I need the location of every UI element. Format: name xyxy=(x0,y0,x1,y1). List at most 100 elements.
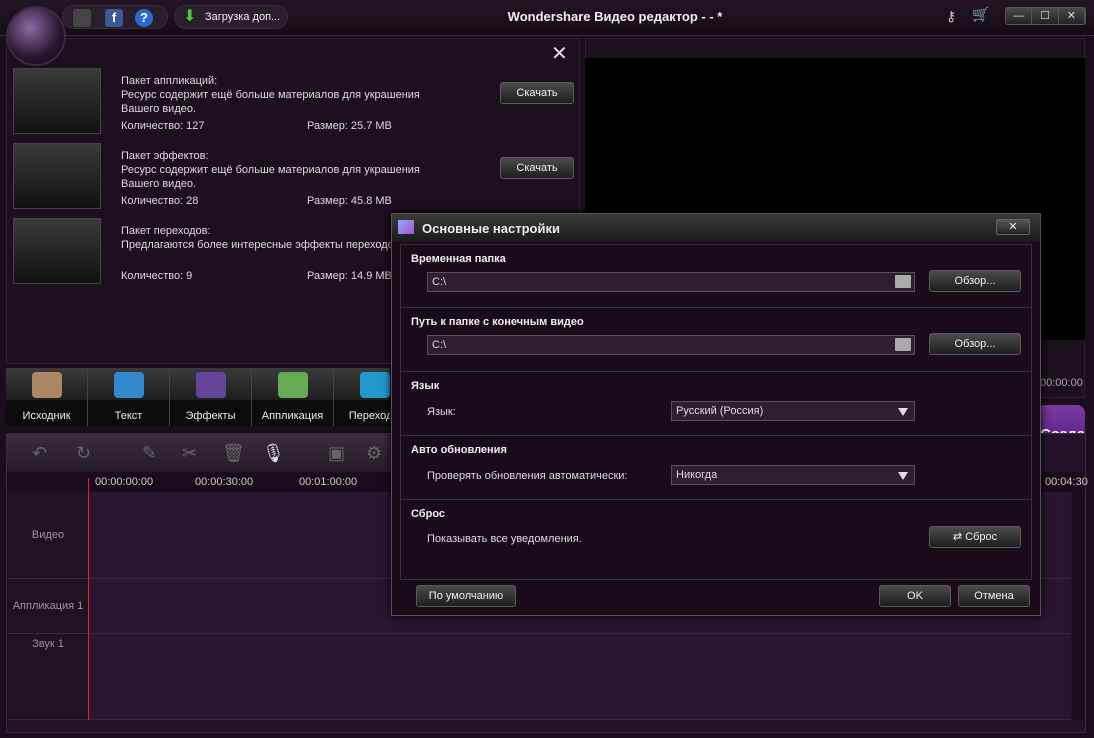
scissors-icon[interactable]: ✂ xyxy=(182,443,197,464)
tab-label: Аппликация xyxy=(261,410,324,422)
ok-button[interactable]: OK xyxy=(879,585,951,607)
package-title: Пакет эффектов: xyxy=(121,150,209,162)
output-folder-section: Путь к папке с конечным видео C:\ Обзор.… xyxy=(401,308,1031,372)
snapshot-icon[interactable]: ▣ xyxy=(328,443,345,464)
playhead[interactable] xyxy=(88,478,89,720)
dropdown-arrow-icon xyxy=(898,408,908,416)
dialog-title: Основные настройки xyxy=(422,221,560,236)
reset-label: Показывать все уведомления. xyxy=(427,533,582,545)
package-count: Количество: 28 xyxy=(121,195,199,207)
audio-track[interactable]: Звук 1 xyxy=(7,634,1071,720)
package-desc: Ресурс содержит ещё больше материалов дл… xyxy=(121,164,420,190)
temp-folder-input[interactable]: C:\ xyxy=(427,272,915,292)
folder-icon[interactable] xyxy=(895,275,911,288)
close-panel-icon[interactable]: ✕ xyxy=(551,41,568,66)
microphone-icon[interactable]: 🎙 xyxy=(262,443,285,464)
updates-section: Авто обновления Проверять обновления авт… xyxy=(401,436,1031,500)
field-value: C:\ xyxy=(432,276,447,288)
save-icon[interactable] xyxy=(73,9,91,27)
tab-label: Исходник xyxy=(22,410,71,422)
redo-icon[interactable]: ↻ xyxy=(76,443,91,464)
dropdown-arrow-icon xyxy=(898,472,908,480)
timeline-scrollbar[interactable] xyxy=(1072,492,1084,720)
package-item: Пакет эффектов: Ресурс содержит ещё больш… xyxy=(13,143,574,209)
section-heading: Сброс xyxy=(411,508,446,520)
reset-section: Сброс Показывать все уведомления. ⇄ Сбро… xyxy=(401,500,1031,581)
package-item: Пакет аппликаций: Ресурс содержит ещё бол… xyxy=(13,68,574,134)
folder-icon[interactable] xyxy=(895,338,911,351)
delete-icon[interactable]: 🗑 xyxy=(222,443,245,464)
refresh-icon: ⇄ xyxy=(952,531,966,543)
package-title: Пакет аппликаций: xyxy=(121,75,218,87)
package-count: Количество: 127 xyxy=(121,120,205,132)
edit-icon[interactable]: ✎ xyxy=(142,443,157,464)
track-label: Видео xyxy=(7,492,89,578)
field-value: C:\ xyxy=(432,339,447,351)
dialog-close-button[interactable]: ✕ xyxy=(996,219,1030,235)
track-label: Звук 1 xyxy=(7,634,89,719)
ruler-tick: 00:00:30:00 xyxy=(195,476,254,488)
package-size: Размер: 25.7 MB xyxy=(307,120,392,132)
browse-button[interactable]: Обзор... xyxy=(929,270,1021,292)
facebook-icon[interactable]: f xyxy=(105,9,123,27)
app-logo[interactable] xyxy=(6,6,66,66)
tab-text[interactable]: Текст xyxy=(88,368,170,426)
minimize-button[interactable]: — xyxy=(1006,8,1033,24)
package-desc: Ресурс содержит ещё больше материалов дл… xyxy=(121,89,420,115)
tab-source[interactable]: Исходник xyxy=(6,368,88,426)
cart-icon[interactable]: 🛒 xyxy=(972,6,989,23)
text-icon xyxy=(114,372,144,398)
language-section: Язык Язык: Русский (Россия) xyxy=(401,372,1031,436)
updates-label: Проверять обновления автоматически: xyxy=(427,470,628,482)
package-size: Размер: 14.9 MB xyxy=(307,270,392,282)
track-label: Аппликация 1 xyxy=(7,579,89,633)
tab-applications[interactable]: Аппликация xyxy=(252,368,334,426)
cancel-button[interactable]: Отмена xyxy=(958,585,1030,607)
key-icon[interactable]: ⚷ xyxy=(946,8,956,25)
section-heading: Язык xyxy=(411,380,440,392)
section-heading: Путь к папке с конечным видео xyxy=(411,316,584,328)
maximize-button[interactable]: ☐ xyxy=(1032,8,1059,24)
select-value: Никогда xyxy=(676,469,718,481)
close-button[interactable]: ✕ xyxy=(1059,8,1085,24)
preview-time: 00:00:00 xyxy=(1040,377,1083,389)
dialog-header: Основные настройки ✕ xyxy=(392,214,1040,242)
package-size: Размер: 45.8 MB xyxy=(307,195,392,207)
output-folder-input[interactable]: C:\ xyxy=(427,335,915,355)
ruler-tick: 00:04:30 xyxy=(1045,476,1088,488)
tab-effects[interactable]: Эффекты xyxy=(170,368,252,426)
download-more-button[interactable]: ⬇ Загрузка доп... xyxy=(174,5,288,29)
updates-select[interactable]: Никогда xyxy=(671,465,915,485)
media-tabs: Исходник Текст Эффекты Аппликация Перехо… xyxy=(6,368,390,426)
window-controls: — ☐ ✕ xyxy=(1005,7,1086,25)
settings-dialog: Основные настройки ✕ Временная папка C:\… xyxy=(391,213,1041,616)
applications-pack-icon xyxy=(13,68,101,134)
quick-toolbar: f ? xyxy=(62,5,168,29)
tab-label: Текст xyxy=(114,410,143,422)
app-icon xyxy=(398,220,414,234)
settings-icon[interactable]: ⚙ xyxy=(366,443,382,464)
transitions-pack-icon xyxy=(13,218,101,284)
package-count: Количество: 9 xyxy=(121,270,193,282)
undo-icon[interactable]: ↶ xyxy=(32,443,47,464)
section-heading: Временная папка xyxy=(411,253,506,265)
media-icon xyxy=(32,372,62,398)
download-button[interactable]: Скачать xyxy=(500,157,574,179)
applications-icon xyxy=(278,372,308,398)
download-arrow-icon: ⬇ xyxy=(183,8,197,25)
transitions-icon xyxy=(360,372,390,398)
temp-folder-section: Временная папка C:\ Обзор... xyxy=(401,245,1031,308)
language-label: Язык: xyxy=(427,406,456,418)
select-value: Русский (Россия) xyxy=(676,405,764,417)
help-icon[interactable]: ? xyxy=(135,9,153,27)
download-button[interactable]: Скачать xyxy=(500,82,574,104)
browse-button[interactable]: Обзор... xyxy=(929,333,1021,355)
window-title: Wondershare Видео редактор - - * xyxy=(507,9,723,24)
language-select[interactable]: Русский (Россия) xyxy=(671,401,915,421)
default-button[interactable]: По умолчанию xyxy=(416,585,516,607)
reset-button[interactable]: ⇄ Сброс xyxy=(929,526,1021,548)
ruler-tick: 00:01:00:00 xyxy=(299,476,358,488)
tab-transitions[interactable]: Переходы xyxy=(334,368,390,426)
tab-label: Переходы xyxy=(348,410,390,422)
reset-button-label: Сброс xyxy=(965,531,998,543)
